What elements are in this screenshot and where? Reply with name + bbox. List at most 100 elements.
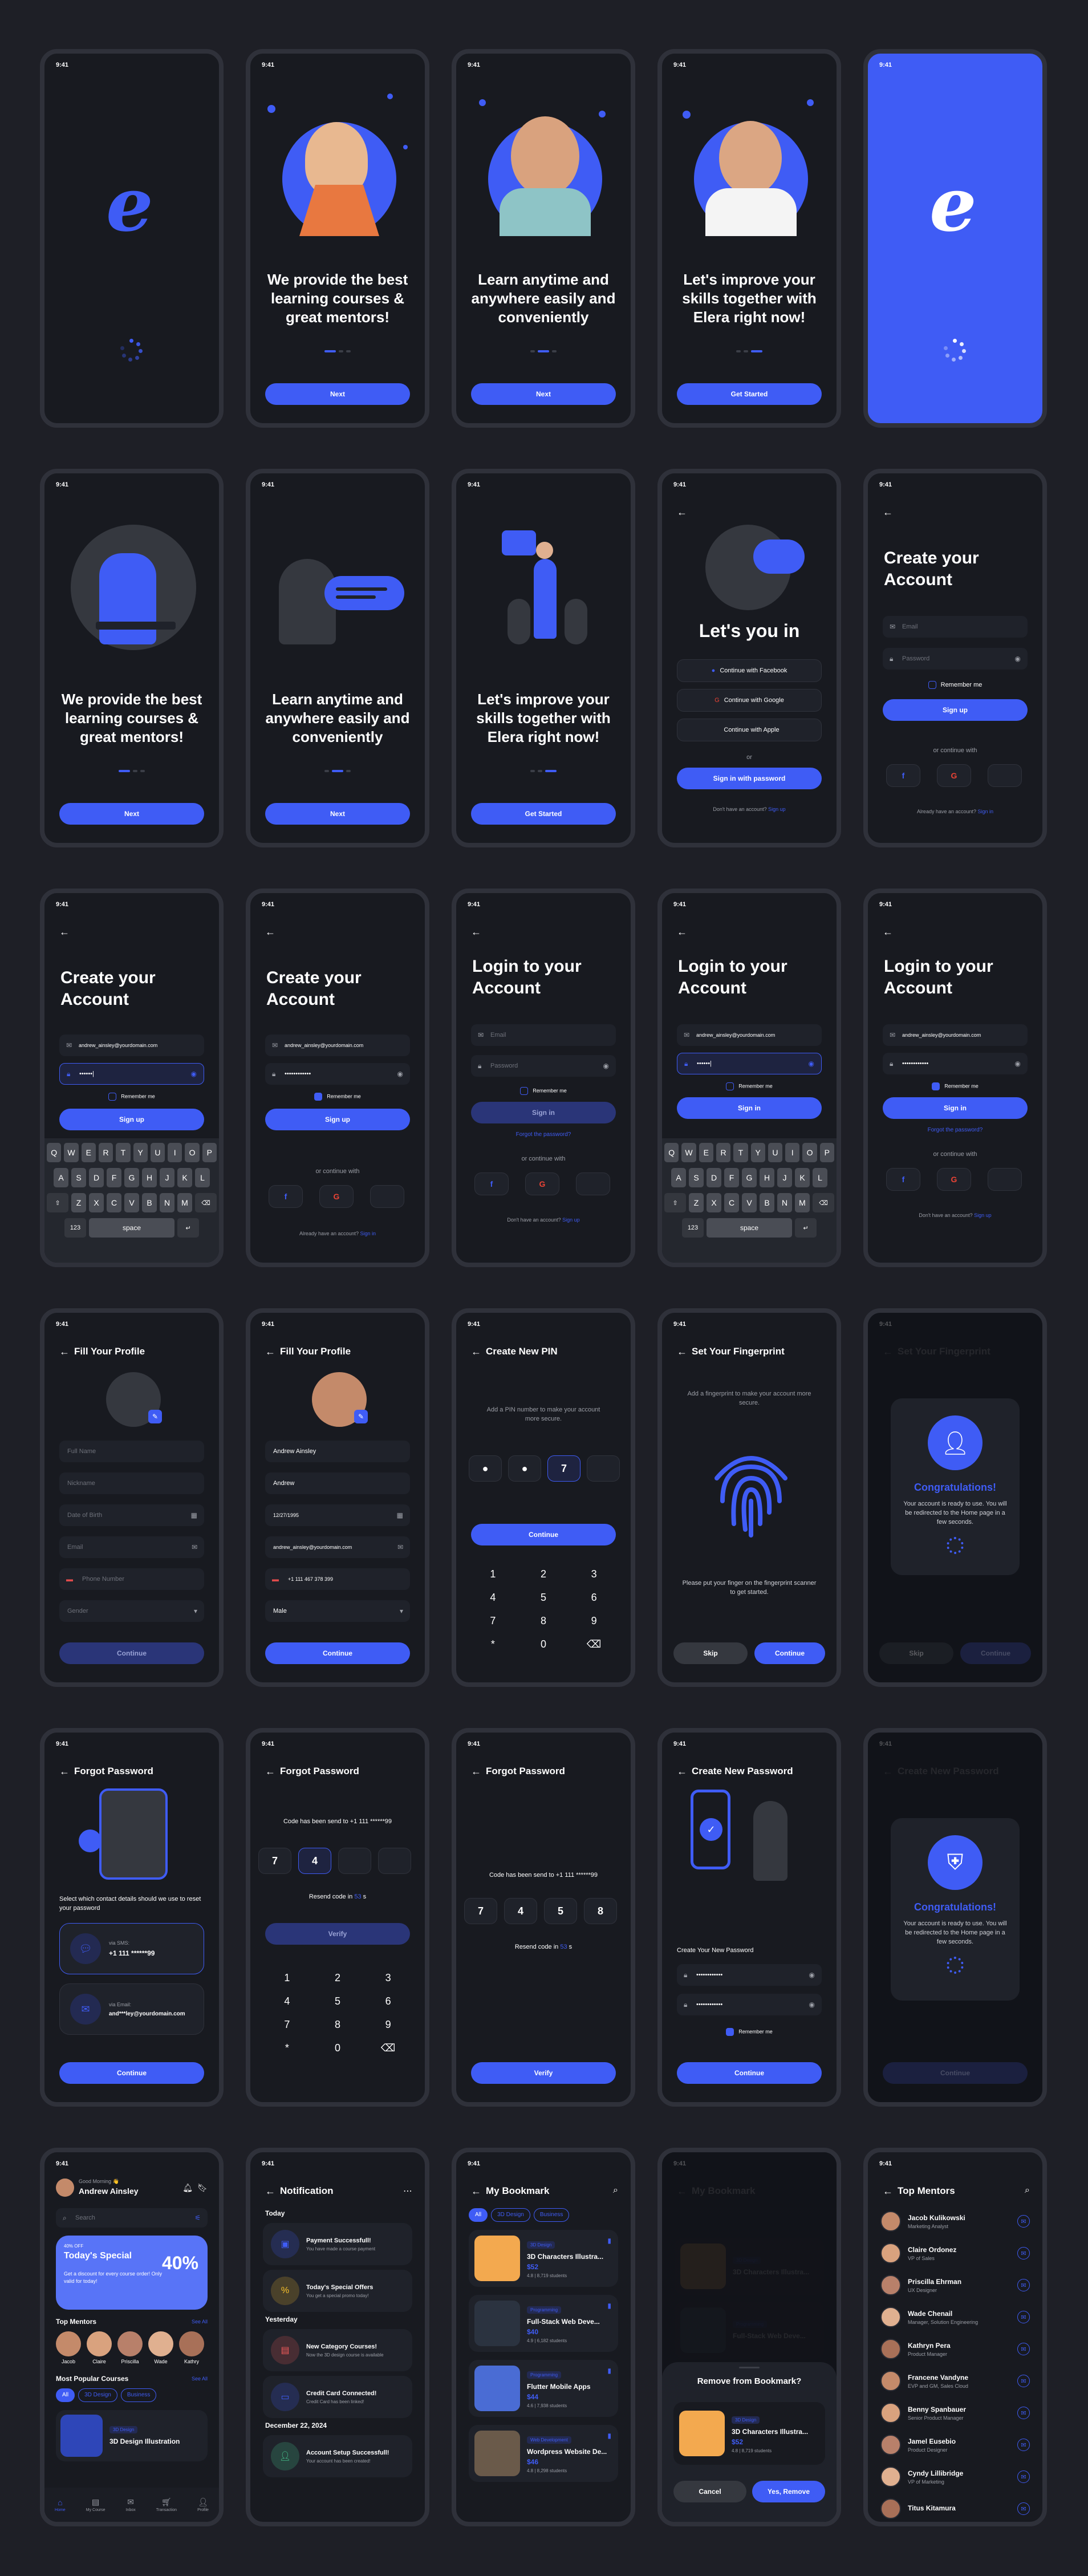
- chip-business[interactable]: Business: [533, 2208, 570, 2222]
- chat-icon[interactable]: ✉: [1017, 2470, 1030, 2483]
- key[interactable]: R: [98, 1143, 113, 1162]
- mentor-row[interactable]: Benny Spanbauer Senior Product Manager ✉: [880, 2399, 1030, 2427]
- email-input[interactable]: Email ✉: [59, 1536, 204, 1558]
- mentor-row[interactable]: Cyndy Lillibridge VP of Marketing ✉: [880, 2463, 1030, 2491]
- apple-button[interactable]: [576, 1173, 610, 1195]
- sign-in-link[interactable]: Sign in: [978, 809, 994, 814]
- key[interactable]: E: [699, 1143, 713, 1162]
- chat-icon[interactable]: ✉: [1017, 2311, 1030, 2323]
- bookmark-filled-icon[interactable]: ▮: [607, 2237, 611, 2245]
- continue-google-button[interactable]: G Continue with Google: [677, 689, 822, 712]
- back-arrow-icon[interactable]: ←: [677, 506, 687, 518]
- numpad-key[interactable]: 6: [569, 1592, 619, 1604]
- code-digit-1[interactable]: 7: [258, 1848, 291, 1874]
- remember-me-checkbox[interactable]: Remember me: [662, 1082, 837, 1090]
- pin-digit-4[interactable]: [587, 1455, 620, 1482]
- nav-transaction[interactable]: 🛒︎ Transaction: [156, 2497, 177, 2512]
- chat-icon[interactable]: ✉: [1017, 2279, 1030, 2291]
- code-digit-2[interactable]: 4: [298, 1848, 331, 1874]
- see-all-courses-link[interactable]: See All: [192, 2376, 208, 2382]
- bookmark-filled-icon[interactable]: ▮: [607, 2432, 611, 2440]
- facebook-button[interactable]: f: [474, 1173, 509, 1195]
- numbers-key[interactable]: 123: [64, 1218, 86, 1238]
- mentor-row[interactable]: Titus Kitamura ✉: [880, 2494, 1030, 2522]
- email-input[interactable]: ✉ Email: [471, 1024, 616, 1046]
- mentor-avatar-item[interactable]: Wade: [148, 2331, 173, 2364]
- key[interactable]: X: [89, 1193, 104, 1212]
- sign-up-link[interactable]: Sign up: [974, 1212, 992, 1218]
- facebook-button[interactable]: f: [886, 764, 920, 787]
- password-input[interactable]: 🔒︎ Password ◉: [471, 1055, 616, 1077]
- nickname-input[interactable]: Andrew: [265, 1472, 410, 1494]
- numpad-key[interactable]: *: [468, 1638, 518, 1650]
- facebook-button[interactable]: f: [886, 1168, 920, 1191]
- chip-3d-design[interactable]: 3D Design: [491, 2208, 530, 2222]
- dob-input[interactable]: 12/27/1995 ▦: [265, 1504, 410, 1526]
- sign-up-link[interactable]: Sign up: [562, 1217, 580, 1223]
- notification-item[interactable]: 👤︎ Account Setup Successfull! Your account…: [263, 2435, 412, 2477]
- key[interactable]: W: [64, 1143, 79, 1162]
- key[interactable]: D: [707, 1168, 721, 1187]
- key[interactable]: A: [54, 1168, 68, 1187]
- back-arrow-icon[interactable]: ←: [265, 2185, 275, 2197]
- key[interactable]: T: [733, 1143, 748, 1162]
- password-input[interactable]: 🔒︎ •••••••••••• ◉: [265, 1063, 410, 1085]
- return-key-icon[interactable]: ↵: [795, 1218, 817, 1238]
- numpad-key[interactable]: 1: [468, 1568, 518, 1580]
- numpad-key[interactable]: 2: [312, 1972, 363, 1984]
- numpad-key[interactable]: 9: [569, 1615, 619, 1627]
- chip-all[interactable]: All: [469, 2208, 488, 2222]
- key[interactable]: Q: [47, 1143, 62, 1162]
- key[interactable]: U: [150, 1143, 165, 1162]
- back-arrow-icon[interactable]: ←: [265, 1346, 275, 1358]
- back-arrow-icon[interactable]: ←: [471, 1766, 481, 1778]
- numpad-key[interactable]: 6: [363, 1995, 413, 2007]
- chat-icon[interactable]: ✉: [1017, 2215, 1030, 2228]
- back-arrow-icon[interactable]: ←: [471, 926, 481, 938]
- back-arrow-icon[interactable]: ←: [59, 926, 70, 938]
- remember-me-checkbox[interactable]: Remember me: [868, 1082, 1042, 1090]
- apple-button[interactable]: [370, 1185, 404, 1208]
- key[interactable]: C: [724, 1193, 739, 1212]
- chat-icon[interactable]: ✉: [1017, 2502, 1030, 2515]
- mentor-row[interactable]: Jamel Eusebio Product Designer ✉: [880, 2431, 1030, 2459]
- continue-button[interactable]: Continue: [754, 1642, 825, 1664]
- numpad-key[interactable]: ⌫: [363, 2042, 413, 2054]
- code-digit-4[interactable]: [378, 1848, 411, 1874]
- notification-item[interactable]: ▣ Payment Successfull! You have made a cou…: [263, 2223, 412, 2265]
- password-input[interactable]: 🔒︎ ••••••| ◉: [59, 1063, 204, 1085]
- gender-select[interactable]: Male ▾: [265, 1600, 410, 1622]
- mentor-row[interactable]: Kathryn Pera Product Manager ✉: [880, 2335, 1030, 2363]
- key[interactable]: G: [124, 1168, 139, 1187]
- forgot-password-link[interactable]: Forgot the password?: [877, 1127, 1033, 1133]
- back-arrow-icon[interactable]: ←: [883, 926, 893, 938]
- key[interactable]: H: [142, 1168, 157, 1187]
- key[interactable]: P: [819, 1143, 834, 1162]
- email-input[interactable]: ✉ Email: [883, 616, 1028, 638]
- back-arrow-icon[interactable]: ←: [265, 1766, 275, 1778]
- key[interactable]: S: [71, 1168, 86, 1187]
- email-input[interactable]: ✉ andrew_ainsley@yourdomain.com: [59, 1035, 204, 1056]
- email-input[interactable]: ✉ andrew_ainsley@yourdomain.com: [677, 1024, 822, 1046]
- sign-in-button[interactable]: Sign in: [883, 1097, 1028, 1119]
- numpad[interactable]: 1 2 3 4 5 6 7 8 9 * 0 ⌫: [468, 1568, 619, 1650]
- full-name-input[interactable]: Full Name: [59, 1441, 204, 1462]
- remember-me-checkbox[interactable]: Remember me: [250, 1093, 425, 1101]
- numpad-key[interactable]: 7: [262, 2019, 312, 2031]
- search-icon[interactable]: ⌕: [1025, 2185, 1030, 2196]
- numpad-key[interactable]: 5: [312, 1995, 363, 2007]
- key[interactable]: X: [707, 1193, 721, 1212]
- numpad-key[interactable]: 2: [518, 1568, 569, 1580]
- skip-button[interactable]: Skip: [673, 1642, 748, 1664]
- mentor-row[interactable]: Priscilla Ehrman UX Designer ✉: [880, 2271, 1030, 2299]
- get-started-button[interactable]: Get Started: [677, 383, 822, 405]
- verify-button[interactable]: Verify: [265, 1923, 410, 1945]
- back-arrow-icon[interactable]: ←: [471, 2185, 481, 2197]
- search-icon[interactable]: ⌕: [613, 2185, 618, 2196]
- password-input[interactable]: 🔒︎ Password ◉: [883, 648, 1028, 670]
- key[interactable]: O: [185, 1143, 200, 1162]
- pin-digit-1[interactable]: ●: [469, 1455, 502, 1482]
- nav-home[interactable]: ⌂ Home: [55, 2498, 66, 2512]
- nickname-input[interactable]: Nickname: [59, 1472, 204, 1494]
- sign-up-link[interactable]: Sign up: [768, 806, 786, 812]
